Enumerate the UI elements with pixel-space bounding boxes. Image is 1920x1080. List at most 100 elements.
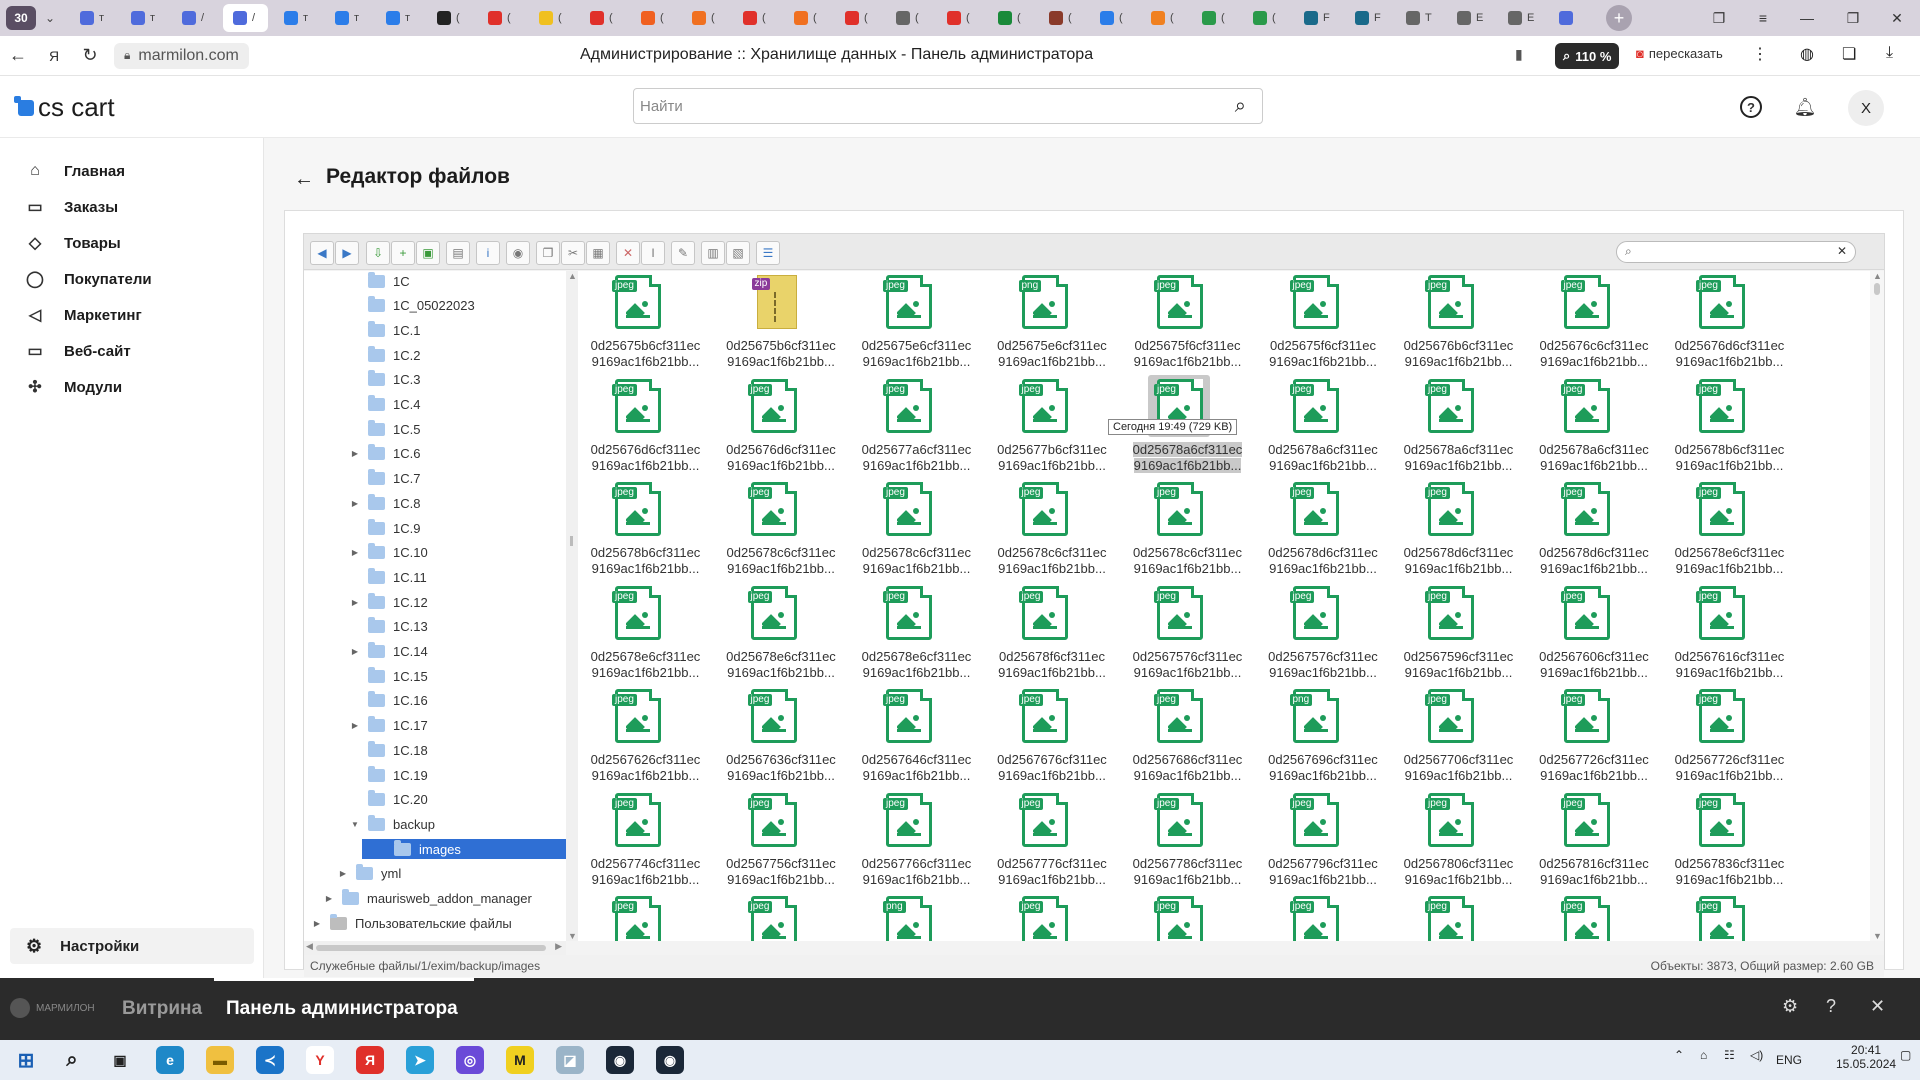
expand-arrow-icon[interactable]: ▶ [350,598,360,607]
file-item[interactable]: jpeg [1120,892,1255,941]
avatar[interactable]: Х [1848,90,1884,126]
tree-horizontal-scrollbar[interactable]: ◀ ▶ [304,941,566,955]
miro-icon[interactable]: M [506,1046,534,1074]
tree-item[interactable]: 1C_05022023 [350,296,475,316]
browser-tab[interactable]: ( [1192,4,1237,32]
expand-arrow-icon[interactable]: ▶ [324,894,334,903]
expand-arrow-icon[interactable]: ▶ [350,548,360,557]
tree-item[interactable]: 1C.19 [350,765,428,785]
expand-arrow-icon[interactable]: ▶ [350,499,360,508]
discord-icon[interactable]: ◎ [456,1046,484,1074]
steam-icon[interactable]: ◉ [606,1046,634,1074]
sidebar-item[interactable]: ◯ Покупатели [24,264,152,294]
tab-counter[interactable]: 30 [6,6,36,30]
file-item[interactable]: jpeg 0d25678a6cf311ec 9169ac1f6b21bb... [1527,375,1662,479]
copy-icon[interactable]: ❐ [536,241,560,265]
chevron-down-icon[interactable]: ⌄ [40,6,60,30]
file-item[interactable]: jpeg [1662,892,1797,941]
expand-arrow-icon[interactable]: ▶ [350,647,360,656]
file-item[interactable]: jpeg 0d25678d6cf311ec 9169ac1f6b21bb... [1256,478,1391,582]
file-item[interactable]: jpeg 0d2567816cf311ec 9169ac1f6b21bb... [1527,789,1662,893]
file-item[interactable]: jpeg 0d2567606cf311ec 9169ac1f6b21bb... [1527,582,1662,686]
file-item[interactable]: jpeg 0d25678c6cf311ec 9169ac1f6b21bb... [985,478,1120,582]
file-item[interactable]: jpeg 0d2567686cf311ec 9169ac1f6b21bb... [1120,685,1255,789]
sidebar-item[interactable]: ⌂ Главная [24,156,125,186]
file-item[interactable]: jpeg 0d25678e6cf311ec 9169ac1f6b21bb... [1662,478,1797,582]
file-item[interactable]: jpeg 0d25675b6cf311ec 9169ac1f6b21bb... [578,271,713,375]
windows-start-icon[interactable]: ⊞ [12,1046,40,1074]
file-item[interactable]: jpeg 0d2567726cf311ec 9169ac1f6b21bb... [1662,685,1797,789]
tree-item[interactable]: 1C.4 [350,395,420,415]
tree-item[interactable]: 1C.20 [350,790,428,810]
expand-arrow-icon[interactable]: ▶ [350,721,360,730]
forward-nav-icon[interactable]: ▶ [335,241,359,265]
tree-item[interactable]: ▼ backup [350,814,435,834]
file-item[interactable]: jpeg [1256,892,1391,941]
delete-icon[interactable]: ✕ [616,241,640,265]
vscode-icon[interactable]: ≺ [256,1046,284,1074]
upload-icon[interactable]: ⇩ [366,241,390,265]
file-item[interactable]: jpeg 0d25676d6cf311ec 9169ac1f6b21bb... [578,375,713,479]
rename-icon[interactable]: I [641,241,665,265]
file-item[interactable]: jpeg [714,892,849,941]
admin-panel-link[interactable]: Панель администратора [226,998,458,1020]
sidebar-item[interactable]: ◁ Маркетинг [24,300,142,330]
notification-icon[interactable]: ▢ [1900,1048,1911,1062]
task-view-icon[interactable]: ▣ [106,1046,134,1074]
new-file-icon[interactable]: + [391,241,415,265]
tree-item[interactable]: ▶ 1C.8 [350,493,420,513]
browser-tab[interactable]: т [70,4,115,32]
browser-tab[interactable]: ( [835,4,880,32]
extensions-icon[interactable]: ❏ [1842,44,1856,64]
browser-tab[interactable]: ( [1243,4,1288,32]
scroll-down-icon[interactable]: ▼ [568,931,577,941]
minimize-button[interactable]: — [1784,0,1830,36]
grid-scrollbar[interactable]: ▲ ▼ [1870,271,1884,941]
yandex-icon[interactable]: Я [36,38,72,74]
file-item[interactable]: jpeg 0d2567576cf311ec 9169ac1f6b21bb... [1120,582,1255,686]
yandex-browser-icon[interactable]: Y [306,1046,334,1074]
search-icon[interactable]: ⌕ [1235,95,1246,118]
tree-item[interactable]: 1C.1 [350,320,420,340]
expand-arrow-icon[interactable]: ▶ [338,869,348,878]
gear-icon[interactable]: ⚙ [1782,996,1798,1017]
cut-icon[interactable]: ✂ [561,241,585,265]
sidebar-item[interactable]: ◇ Товары [24,228,121,258]
file-item[interactable]: jpeg 0d25676d6cf311ec 9169ac1f6b21bb... [714,375,849,479]
tree-item[interactable]: 1C.7 [350,469,420,489]
file-item[interactable]: jpeg 0d2567796cf311ec 9169ac1f6b21bb... [1256,789,1391,893]
file-item[interactable]: jpeg 0d2567576cf311ec 9169ac1f6b21bb... [1256,582,1391,686]
bookmark-icon[interactable]: ▮ [1515,46,1523,63]
tree-item[interactable]: ▶ 1C.17 [350,716,428,736]
tree-item[interactable]: ▶ maurisweb_addon_manager [324,889,532,909]
search-icon[interactable]: ⌕ [58,1046,86,1074]
browser-tab[interactable]: ( [427,4,472,32]
scroll-right-icon[interactable]: ▶ [555,941,562,952]
browser-tab[interactable]: ( [478,4,523,32]
scroll-left-icon[interactable]: ◀ [306,941,313,952]
preview-eye-icon[interactable]: ◉ [506,241,530,265]
tree-item[interactable]: ▶ Пользовательские файлы [312,913,512,933]
browser-tab[interactable]: ( [1039,4,1084,32]
file-item[interactable]: jpeg 0d25676b6cf311ec 9169ac1f6b21bb... [1391,271,1526,375]
file-item[interactable]: jpeg 0d25678b6cf311ec 9169ac1f6b21bb... [1662,375,1797,479]
browser-tab[interactable]: т [325,4,370,32]
browser-tab[interactable]: т [121,4,166,32]
file-item[interactable]: jpeg 0d25678d6cf311ec 9169ac1f6b21bb... [1391,478,1526,582]
file-item[interactable]: jpeg 0d25677b6cf311ec 9169ac1f6b21bb... [985,375,1120,479]
file-item[interactable]: jpeg 0d25678e6cf311ec 9169ac1f6b21bb... [714,582,849,686]
file-item[interactable]: png 0d25675e6cf311ec 9169ac1f6b21bb... [985,271,1120,375]
file-item[interactable]: jpeg 0d25676d6cf311ec 9169ac1f6b21bb... [1662,271,1797,375]
file-item[interactable]: jpeg 0d2567786cf311ec 9169ac1f6b21bb... [1120,789,1255,893]
tree-item[interactable]: ▶ 1C.12 [350,592,428,612]
globe-icon[interactable]: ◍ [1800,44,1814,64]
browser-tab[interactable]: ( [580,4,625,32]
new-tab-button[interactable]: + [1606,5,1632,31]
browser-tab[interactable]: ( [937,4,982,32]
file-item[interactable]: jpeg 0d25678e6cf311ec 9169ac1f6b21bb... [578,582,713,686]
file-item[interactable]: jpeg 0d2567706cf311ec 9169ac1f6b21bb... [1391,685,1526,789]
yandex-icon[interactable]: Я [356,1046,384,1074]
browser-tab[interactable]: ( [682,4,727,32]
tree-item[interactable]: 1C [350,271,410,291]
browser-tab[interactable]: Е [1498,4,1543,32]
